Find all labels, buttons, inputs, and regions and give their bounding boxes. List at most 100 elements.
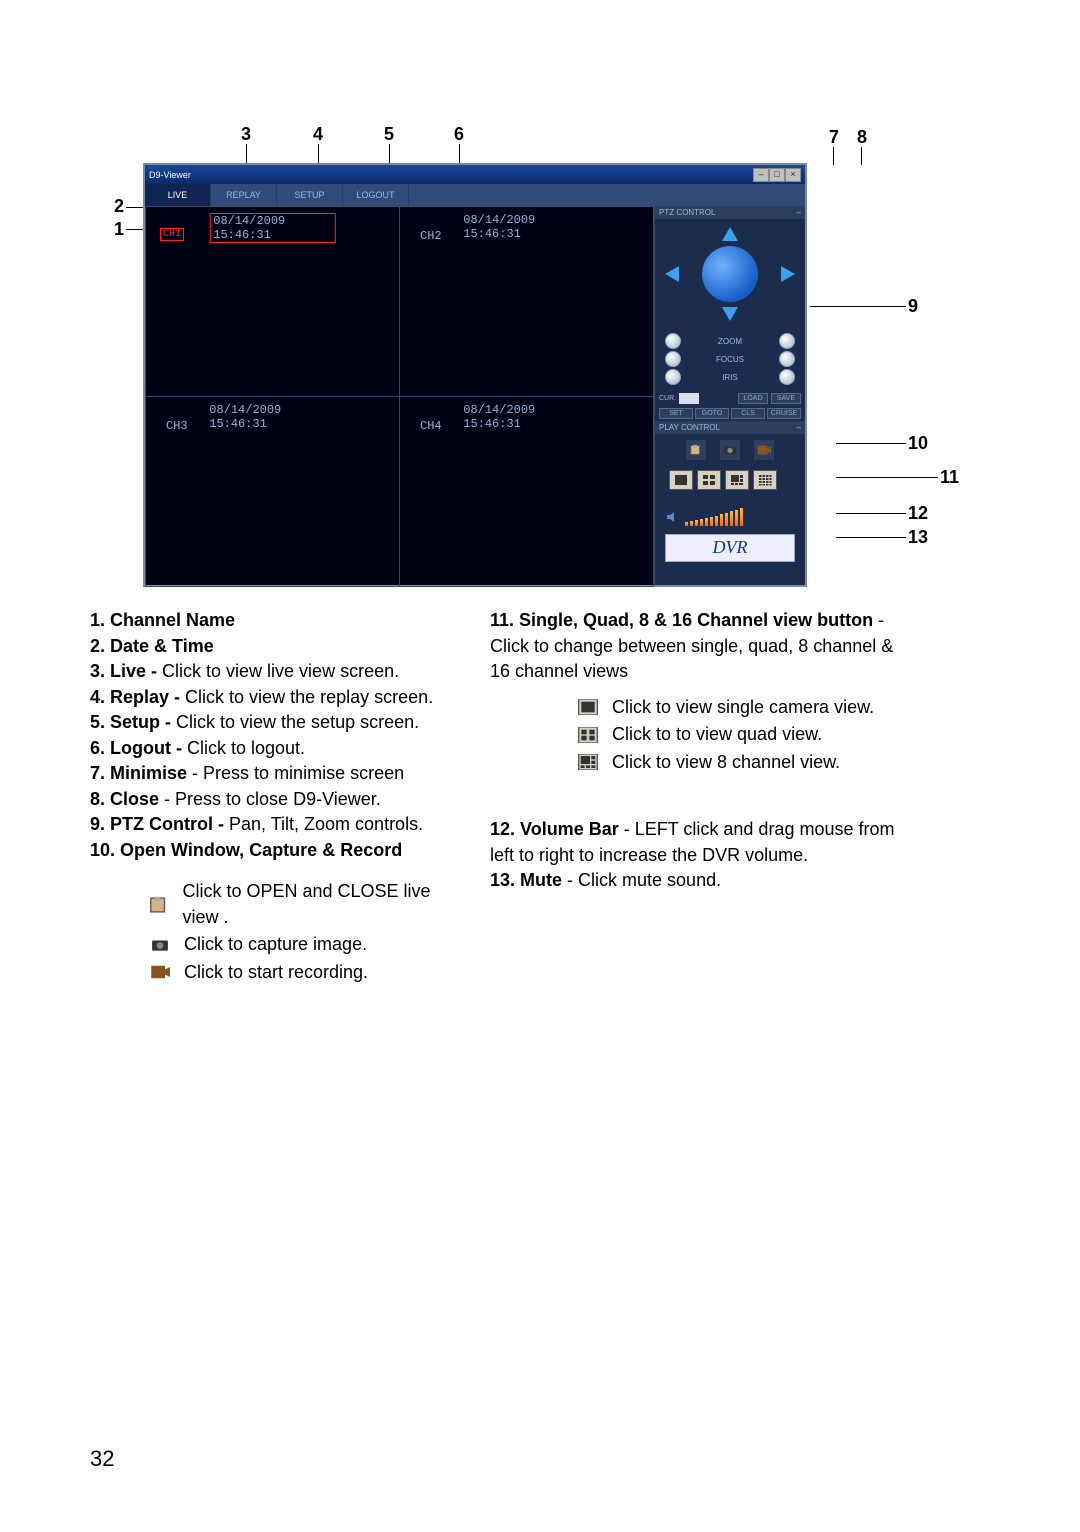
view-16ch-button[interactable] [753,470,777,490]
iris-minus[interactable] [665,369,681,385]
callout-10: 10 [908,433,928,454]
focus-plus[interactable] [779,351,795,367]
side-panel: PTZ CONTROL– ZOOM FOCUS IRIS CUR [654,206,805,585]
item-5b: 5. Setup - [90,712,176,732]
ch2-name: CH2 [420,229,442,243]
ptz-title: PTZ CONTROL [659,208,715,217]
panel-min-icon[interactable]: – [797,208,801,217]
app-title: D9-Viewer [149,170,191,180]
ic1-text: Click to OPEN and CLOSE live view . [182,879,465,930]
cls-button[interactable]: CLS [731,408,765,419]
set-button[interactable]: SET [659,408,693,419]
item-13t: - Click mute sound. [567,870,721,890]
ic2-text: Click to capture image. [184,932,367,958]
left-column: 1. Channel Name 2. Date & Time 3. Live -… [90,608,465,987]
panel-min-icon[interactable]: – [797,423,801,432]
item-2: 2. Date & Time [90,636,214,656]
video-ch2[interactable]: 08/14/2009 15:46:31 CH2 [399,206,654,397]
item-9t: Pan, Tilt, Zoom controls. [229,814,423,834]
item-1: 1. Channel Name [90,610,235,630]
record-icon [146,961,174,983]
view-single-button[interactable] [669,470,693,490]
open-window-icon[interactable] [686,440,706,460]
view-8ch-button[interactable] [725,470,749,490]
focus-minus[interactable] [665,351,681,367]
item-12b: 12. Volume Bar [490,819,624,839]
cruise-button[interactable]: CRUISE [767,408,801,419]
record-icon[interactable] [754,440,774,460]
zoom-minus[interactable] [665,333,681,349]
item-6b: 6. Logout - [90,738,187,758]
item-4b: 4. Replay - [90,687,185,707]
item-10: 10. Open Window, Capture & Record [90,840,402,860]
ch4-name: CH4 [420,419,442,433]
item-7b: 7. Minimise [90,763,192,783]
capture-icon [146,934,174,956]
iris-label: IRIS [722,373,738,382]
capture-icon[interactable] [720,440,740,460]
item-3t: Click to view live view screen. [162,661,399,681]
item-8b: 8. Close [90,789,164,809]
close-button[interactable]: × [785,168,801,182]
video-ch3[interactable]: 08/14/2009 15:46:31 CH3 [145,396,400,587]
item-6t: Click to logout. [187,738,305,758]
volume-bar[interactable] [685,508,795,526]
cur-label: CUR. [659,395,676,402]
ch2-time: 08/14/2009 15:46:31 [463,213,590,241]
ptz-down[interactable] [722,307,738,321]
view-quad-button[interactable] [697,470,721,490]
item-4t: Click to view the replay screen. [185,687,433,707]
item-5t: Click to view the setup screen. [176,712,419,732]
zoom-label: ZOOM [718,337,742,346]
item-3b: 3. Live - [90,661,162,681]
ch1-name: CH1 [160,228,184,241]
dvr-logo: DVR [665,534,795,562]
minimise-button[interactable]: – [753,168,769,182]
focus-label: FOCUS [716,355,744,364]
ch4-time: 08/14/2009 15:46:31 [463,403,590,431]
page-number: 32 [90,1446,114,1472]
ptz-up[interactable] [722,227,738,241]
ch3-time: 08/14/2009 15:46:31 [209,403,336,431]
item-11b: 11. Single, Quad, 8 & 16 Channel view bu… [490,610,878,630]
tab-live[interactable]: LIVE [145,184,211,206]
item-13b: 13. Mute [490,870,567,890]
open-window-icon [146,894,172,916]
item-9b: 9. PTZ Control - [90,814,229,834]
callout-12: 12 [908,503,928,524]
vc1-text: Click to view single camera view. [612,695,874,721]
screenshot-diagram: D9-Viewer –□× LIVE REPLAY SETUP LOGOUT 0… [90,120,900,600]
load-button[interactable]: LOAD [738,393,768,404]
goto-button[interactable]: GOTO [695,408,729,419]
ch1-time: 08/14/2009 15:46:31 [209,213,336,243]
item-8t: - Press to close D9-Viewer. [164,789,381,809]
video-ch1[interactable]: 08/14/2009 15:46:31 CH1 [145,206,400,397]
vc3-text: Click to view 8 channel view. [612,750,840,776]
item-7t: - Press to minimise screen [192,763,404,783]
view-quad-icon [574,724,602,746]
right-column: 11. Single, Quad, 8 & 16 Channel view bu… [490,608,910,987]
maximise-button[interactable]: □ [769,168,785,182]
mute-icon[interactable] [665,510,679,524]
view-single-icon [574,696,602,718]
ptz-joystick[interactable] [702,246,758,302]
zoom-plus[interactable] [779,333,795,349]
view-8ch-icon [574,751,602,773]
ptz-left[interactable] [665,266,679,282]
cur-input[interactable] [679,393,699,404]
iris-plus[interactable] [779,369,795,385]
video-ch4[interactable]: 08/14/2009 15:46:31 CH4 [399,396,654,587]
callout-13: 13 [908,527,928,548]
ptz-dpad [655,219,805,329]
ptz-right[interactable] [781,266,795,282]
tab-setup[interactable]: SETUP [277,184,343,206]
window-titlebar: D9-Viewer –□× [145,165,805,184]
tab-replay[interactable]: REPLAY [211,184,277,206]
ch3-name: CH3 [166,419,188,433]
callout-9: 9 [908,296,918,317]
tab-logout[interactable]: LOGOUT [343,184,409,206]
callout-11: 11 [940,467,959,488]
vc2-text: Click to to view quad view. [612,722,822,748]
save-button[interactable]: SAVE [771,393,801,404]
ic3-text: Click to start recording. [184,960,368,986]
